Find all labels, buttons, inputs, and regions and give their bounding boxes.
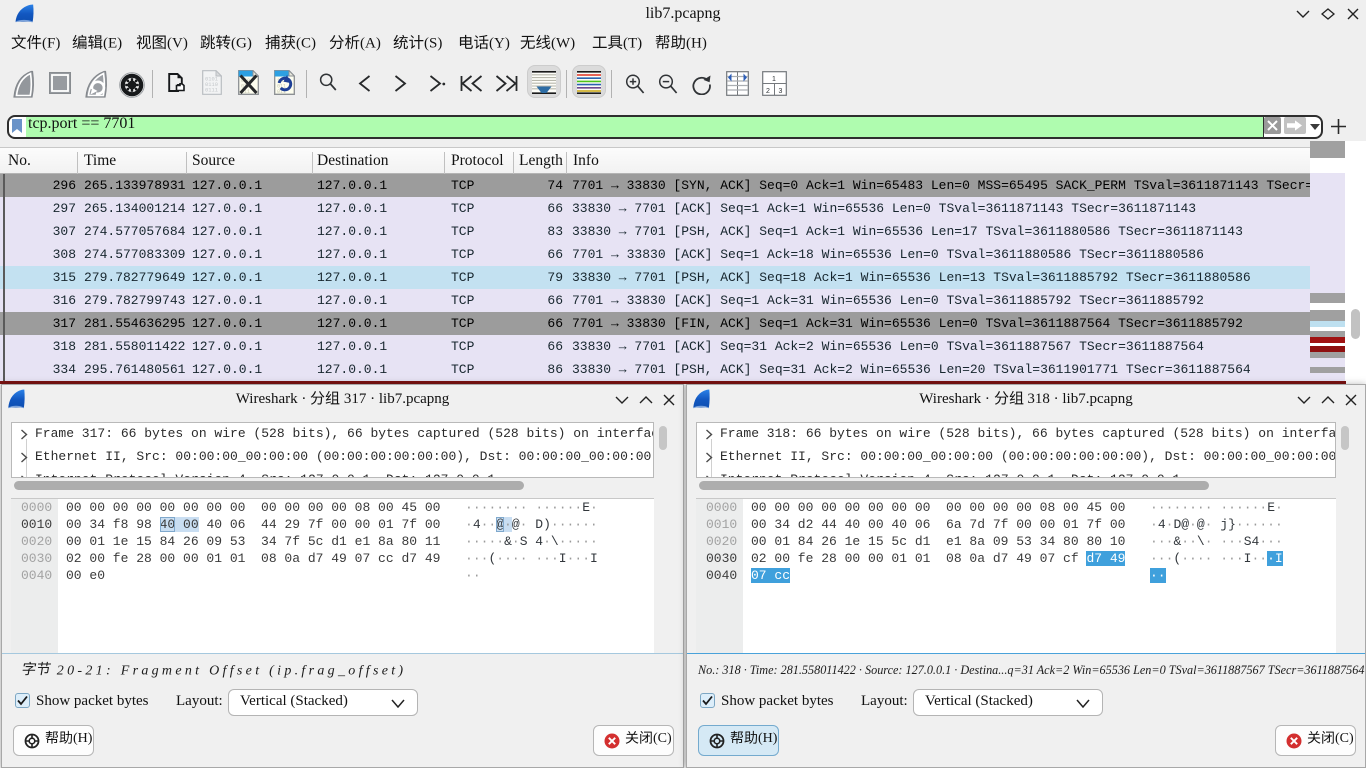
svg-text:0111: 0111 bbox=[205, 88, 218, 94]
svg-text:2: 2 bbox=[766, 88, 770, 95]
svg-text:3: 3 bbox=[779, 88, 783, 95]
svg-text:1: 1 bbox=[772, 76, 776, 83]
